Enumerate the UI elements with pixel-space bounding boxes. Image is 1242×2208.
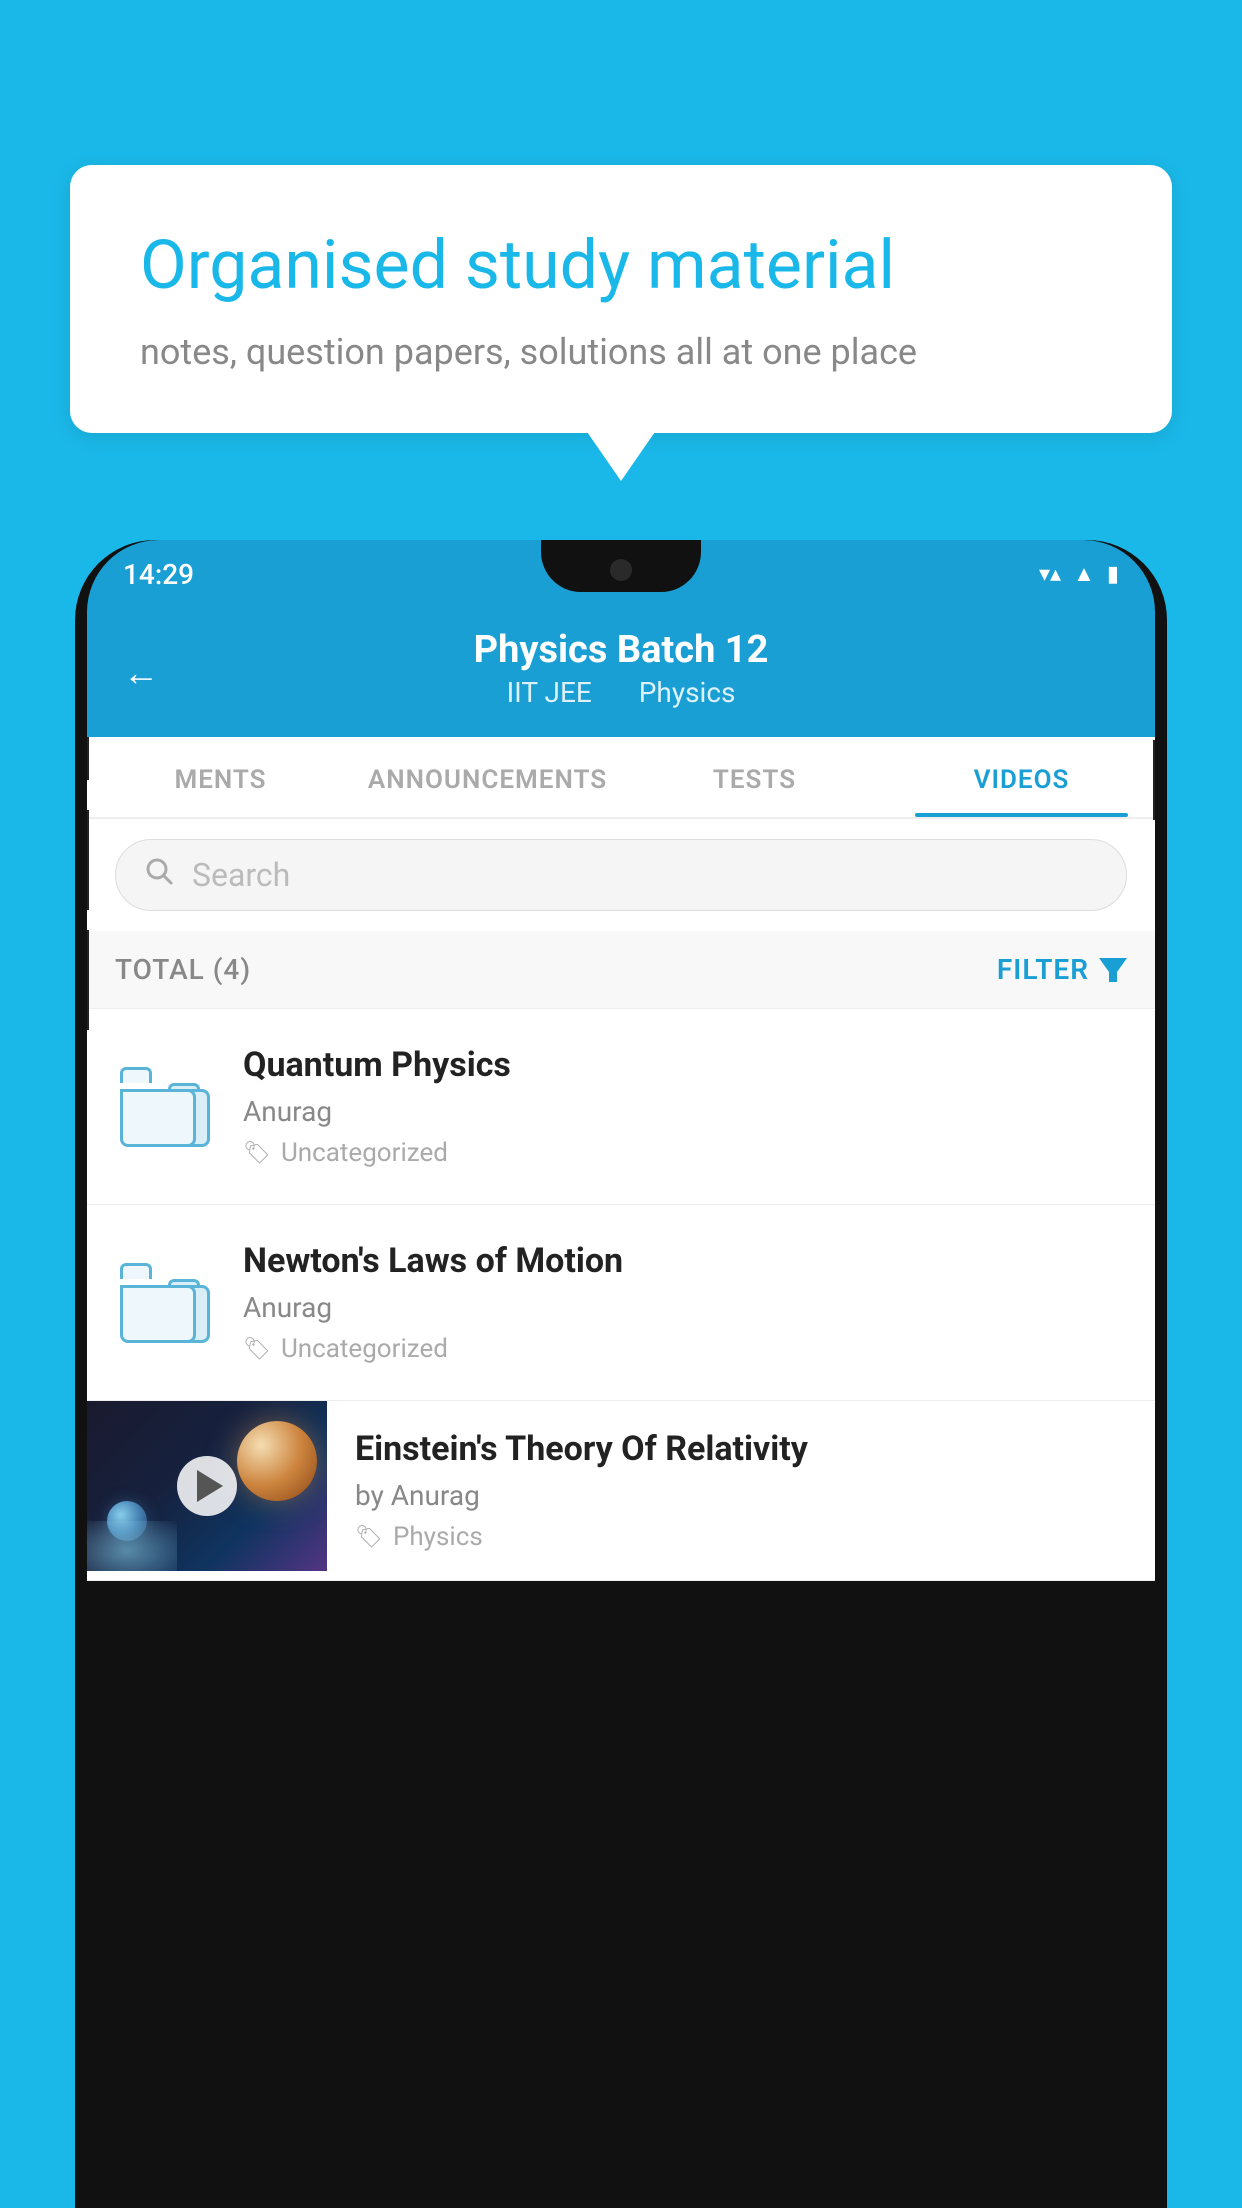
planet-glow [87,1521,177,1571]
search-placeholder: Search [192,856,290,894]
battery-icon: ▮ [1107,562,1119,587]
folder-body-front [120,1089,196,1147]
search-bar[interactable]: Search [115,839,1127,911]
filter-bar: TOTAL (4) FILTER [87,931,1155,1009]
signal-icon: ▲ [1073,561,1095,587]
tag-icon: 🏷 [243,1141,271,1166]
tag-icon-einstein: 🏷 [355,1525,383,1550]
speech-bubble-title: Organised study material [140,225,1102,307]
video-item-einstein[interactable]: Einstein's Theory Of Relativity by Anura… [87,1401,1155,1581]
tag-icon-newton: 🏷 [243,1337,271,1362]
quantum-tag: 🏷 Uncategorized [243,1138,1127,1168]
header-subtitle: IIT JEE Physics [497,676,746,709]
play-icon [197,1470,223,1502]
newton-tag-label: Uncategorized [281,1334,448,1364]
video-item-quantum[interactable]: Quantum Physics Anurag 🏷 Uncategorized [87,1009,1155,1205]
video-list: Quantum Physics Anurag 🏷 Uncategorized [87,1009,1155,1581]
search-bar-container: Search [87,819,1155,931]
quantum-author: Anurag [243,1095,1127,1128]
newton-title: Newton's Laws of Motion [243,1241,1127,1281]
status-icons: ▾▴ ▲ ▮ [1039,561,1119,587]
einstein-author: by Anurag [355,1479,1127,1512]
quantum-info: Quantum Physics Anurag 🏷 Uncategorized [243,1045,1127,1168]
front-camera [610,559,632,581]
play-button[interactable] [177,1456,237,1516]
filter-button[interactable]: FILTER [997,953,1127,986]
tabs-bar: MENTS ANNOUNCEMENTS TESTS VIDEOS [87,737,1155,819]
quantum-title: Quantum Physics [243,1045,1127,1085]
speech-bubble-container: Organised study material notes, question… [70,165,1172,433]
notch [541,540,701,592]
speech-bubble: Organised study material notes, question… [70,165,1172,433]
app-header: ← Physics Batch 12 IIT JEE Physics [87,608,1155,737]
tab-videos[interactable]: VIDEOS [888,737,1155,817]
quantum-thumb [115,1067,215,1147]
tab-tests[interactable]: TESTS [621,737,888,817]
search-icon [144,856,174,894]
newton-thumb [115,1263,215,1343]
back-button[interactable]: ← [123,652,159,694]
filter-icon [1099,958,1127,982]
einstein-tag-label: Physics [393,1522,483,1552]
einstein-title: Einstein's Theory Of Relativity [355,1429,1127,1469]
quantum-tag-label: Uncategorized [281,1138,448,1168]
volume-down-button [87,930,89,1030]
folder-tab-front-newton [120,1263,152,1279]
status-time: 14:29 [123,558,194,591]
planet-large [237,1421,317,1501]
wifi-icon: ▾▴ [1039,562,1061,587]
filter-label: FILTER [997,953,1089,986]
header-subtitle-physics: Physics [639,676,736,709]
einstein-info: Einstein's Theory Of Relativity by Anura… [327,1401,1155,1580]
status-bar: 14:29 ▾▴ ▲ ▮ [87,540,1155,608]
newton-tag: 🏷 Uncategorized [243,1334,1127,1364]
header-title: Physics Batch 12 [474,628,769,672]
einstein-tag: 🏷 Physics [355,1522,1127,1552]
speech-bubble-subtitle: notes, question papers, solutions all at… [140,331,1102,373]
tab-announcements[interactable]: ANNOUNCEMENTS [354,737,621,817]
folder-body-front-newton [120,1285,196,1343]
volume-up-button [87,810,89,910]
folder-tab-front [120,1067,152,1083]
total-count: TOTAL (4) [115,953,251,986]
header-subtitle-iit: IIT JEE [507,676,592,709]
folder-icon [120,1067,210,1147]
tab-ments[interactable]: MENTS [87,737,354,817]
phone-inner: 14:29 ▾▴ ▲ ▮ ← Physics Batch 12 IIT JEE … [87,540,1155,2208]
video-item-newton[interactable]: Newton's Laws of Motion Anurag 🏷 Uncateg… [87,1205,1155,1401]
phone-frame: 14:29 ▾▴ ▲ ▮ ← Physics Batch 12 IIT JEE … [75,540,1167,2208]
newton-author: Anurag [243,1291,1127,1324]
newton-info: Newton's Laws of Motion Anurag 🏷 Uncateg… [243,1241,1127,1364]
einstein-thumbnail [87,1401,327,1571]
folder-icon-newton [120,1263,210,1343]
